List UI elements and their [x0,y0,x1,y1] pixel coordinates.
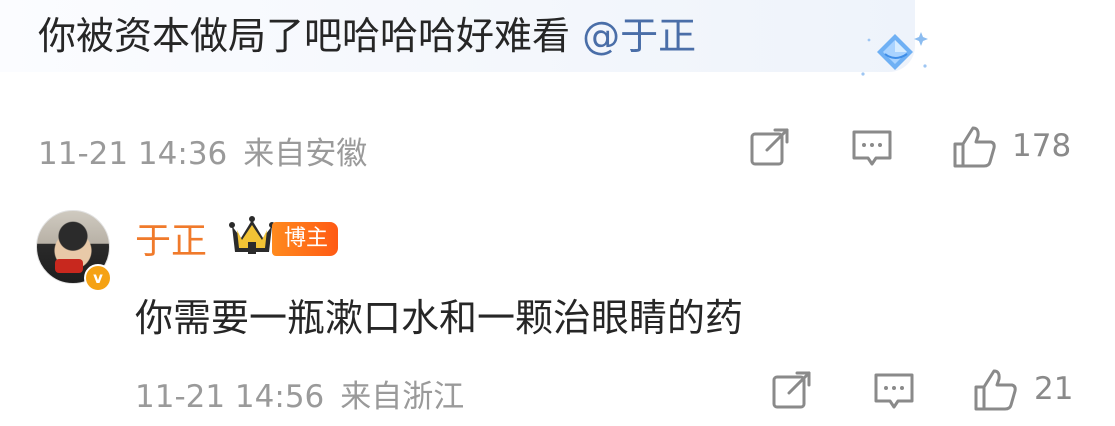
comment-location: 来自安徽 [243,136,368,172]
like-count: 21 [1034,371,1074,407]
parent-comment-meta: 11-21 14:36 来自安徽 [38,128,367,173]
comment-icon[interactable] [873,370,915,412]
reply-text: 你需要一瓶漱口水和一颗治眼睛的药 [135,296,744,340]
share-icon[interactable] [771,369,813,411]
like-icon[interactable] [951,124,997,170]
like-count: 178 [1012,128,1072,164]
verified-badge: v [84,264,112,292]
reply-location: 来自浙江 [340,379,465,415]
share-icon[interactable] [749,126,791,168]
comment-icon[interactable] [851,127,893,169]
like-icon[interactable] [972,367,1018,413]
mention-link[interactable]: @于正 [582,14,696,58]
parent-comment-text: 你被资本做局了吧哈哈哈好难看 @于正 [38,10,696,62]
comment-body: 你被资本做局了吧哈哈哈好难看 [38,14,583,58]
parent-comment-bubble: 你被资本做局了吧哈哈哈好难看 @于正 [0,0,915,72]
reply-username[interactable]: 于正 [135,212,207,264]
comment-time: 11-21 14:36 [38,136,228,172]
reply-meta: 11-21 14:56 来自浙江 [135,371,464,416]
reply-time: 11-21 14:56 [135,379,325,415]
diamond-gem-icon [861,32,928,76]
crown-icon [229,216,275,254]
host-tag: 博主 [272,222,339,256]
